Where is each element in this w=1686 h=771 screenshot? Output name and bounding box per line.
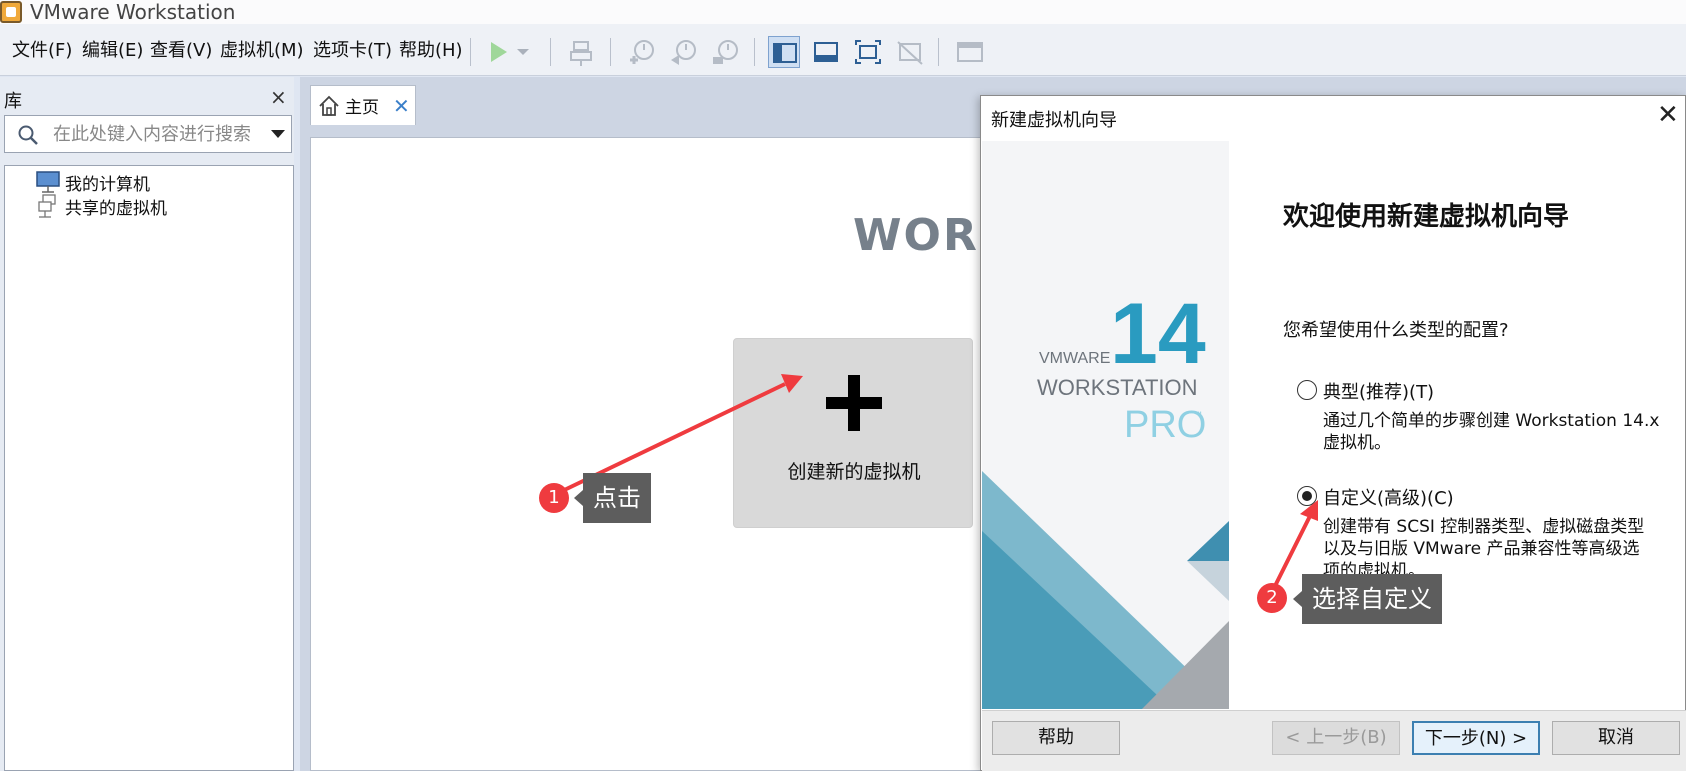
tree-item-shared-vms[interactable]: 共享的虚拟机 <box>35 194 167 219</box>
create-new-vm-label: 创建新的虚拟机 <box>787 461 921 483</box>
custom-option-desc-line: 创建带有 SCSI 控制器类型、虚拟磁盘类型 <box>1323 517 1645 537</box>
typical-option-desc-line: 虚拟机。 <box>1323 433 1391 453</box>
toolbar-separator <box>470 38 471 66</box>
step-badge: 2 <box>1257 583 1287 613</box>
brand-tm-text: ™ <box>1194 410 1202 419</box>
wizard-question: 您希望使用什么类型的配置? <box>1283 320 1509 341</box>
play-icon[interactable] <box>482 36 514 68</box>
snapshot-manager-icon[interactable] <box>710 36 742 68</box>
brand-vmware-text: VMWARE <box>1039 350 1110 367</box>
step-callout: 点击 <box>574 473 651 523</box>
back-button[interactable]: < 上一步(B) <box>1272 721 1400 755</box>
show-library-icon[interactable] <box>768 36 800 68</box>
menu-file[interactable]: 文件(F) <box>12 40 72 62</box>
library-tree: 我的计算机 共享的虚拟机 <box>4 165 294 771</box>
brand-version-text: 14 <box>1110 286 1206 382</box>
library-search-input[interactable] <box>53 122 263 146</box>
wizard-heading: 欢迎使用新建虚拟机向导 <box>1283 202 1570 232</box>
menu-vm[interactable]: 虚拟机(M) <box>220 40 304 62</box>
search-dropdown-icon[interactable] <box>271 130 285 138</box>
custom-option-desc-line: 以及与旧版 VMware 产品兼容性等高级选 <box>1323 539 1640 559</box>
library-title: 库 <box>4 91 22 112</box>
wizard-footer: 帮助 < 上一步(B) 下一步(N) > 取消 <box>982 710 1686 771</box>
menu-tabs[interactable]: 选项卡(T) <box>313 40 392 62</box>
window-title: VMware Workstation <box>30 0 236 24</box>
unity-icon[interactable] <box>894 36 926 68</box>
toolbar-separator <box>938 38 939 66</box>
brand-product-text: WORKSTATION <box>1037 375 1198 400</box>
tab-close-icon[interactable]: ✕ <box>393 94 410 118</box>
typical-option-desc-line: 通过几个简单的步骤创建 Workstation 14.x <box>1323 411 1660 431</box>
home-icon <box>319 95 339 116</box>
toolbar-separator <box>610 38 611 66</box>
shared-vm-icon <box>38 194 56 218</box>
tab-label: 主页 <box>345 98 379 118</box>
send-ctrl-alt-del-icon[interactable] <box>566 36 598 68</box>
computer-icon <box>36 171 60 193</box>
step-badge: 1 <box>539 483 569 513</box>
vmware-logo-icon <box>0 1 22 23</box>
create-new-vm-button[interactable]: 创建新的虚拟机 <box>733 338 973 528</box>
library-search-box <box>4 115 292 153</box>
brand-shape <box>1187 521 1229 561</box>
toolbar-separator <box>550 38 551 66</box>
tree-item-label: 我的计算机 <box>65 174 150 195</box>
snapshot-revert-icon[interactable] <box>668 36 700 68</box>
brand-shape <box>1187 561 1229 601</box>
show-thumbnail-bar-icon[interactable] <box>810 36 842 68</box>
play-dropdown-icon[interactable] <box>512 36 534 68</box>
menu-toolbar: 文件(F) 编辑(E) 查看(V) 虚拟机(M) 选项卡(T) 帮助(H) <box>0 24 1686 76</box>
custom-radio[interactable] <box>1297 486 1317 506</box>
menu-help[interactable]: 帮助(H) <box>399 40 463 62</box>
search-icon <box>18 125 38 145</box>
full-screen-icon[interactable] <box>852 36 884 68</box>
custom-option-label[interactable]: 自定义(高级)(C) <box>1323 484 1454 510</box>
cancel-button[interactable]: 取消 <box>1552 721 1680 755</box>
wizard-title: 新建虚拟机向导 <box>991 110 1117 131</box>
next-button[interactable]: 下一步(N) > <box>1412 721 1540 755</box>
library-panel: 库 × 我的计算机 共享的虚拟机 <box>0 77 294 771</box>
wizard-close-icon[interactable]: ✕ <box>1657 100 1679 130</box>
wizard-brand-graphic: VMWARE 14 WORKSTATION PRO ™ <box>982 141 1229 709</box>
plus-icon <box>826 375 882 431</box>
typical-radio[interactable] <box>1297 380 1317 400</box>
typical-option-label[interactable]: 典型(推荐)(T) <box>1323 378 1434 404</box>
library-close-icon[interactable]: × <box>270 85 287 109</box>
tree-item-label: 共享的虚拟机 <box>65 198 167 219</box>
title-bar: VMware Workstation <box>0 0 1686 24</box>
tab-home[interactable]: 主页 ✕ <box>310 85 416 125</box>
tree-item-my-computer[interactable]: 我的计算机 <box>35 170 150 195</box>
help-button[interactable]: 帮助 <box>992 721 1120 755</box>
menu-view[interactable]: 查看(V) <box>150 40 212 62</box>
menu-edit[interactable]: 编辑(E) <box>82 40 143 62</box>
step-callout: 选择自定义 <box>1293 574 1442 624</box>
new-vm-wizard-dialog: 新建虚拟机向导 ✕ VMWARE 14 WORKSTATION PRO ™ 欢迎… <box>980 95 1686 771</box>
toolbar-separator <box>754 38 755 66</box>
console-view-icon[interactable] <box>954 36 986 68</box>
snapshot-take-icon[interactable] <box>626 36 658 68</box>
